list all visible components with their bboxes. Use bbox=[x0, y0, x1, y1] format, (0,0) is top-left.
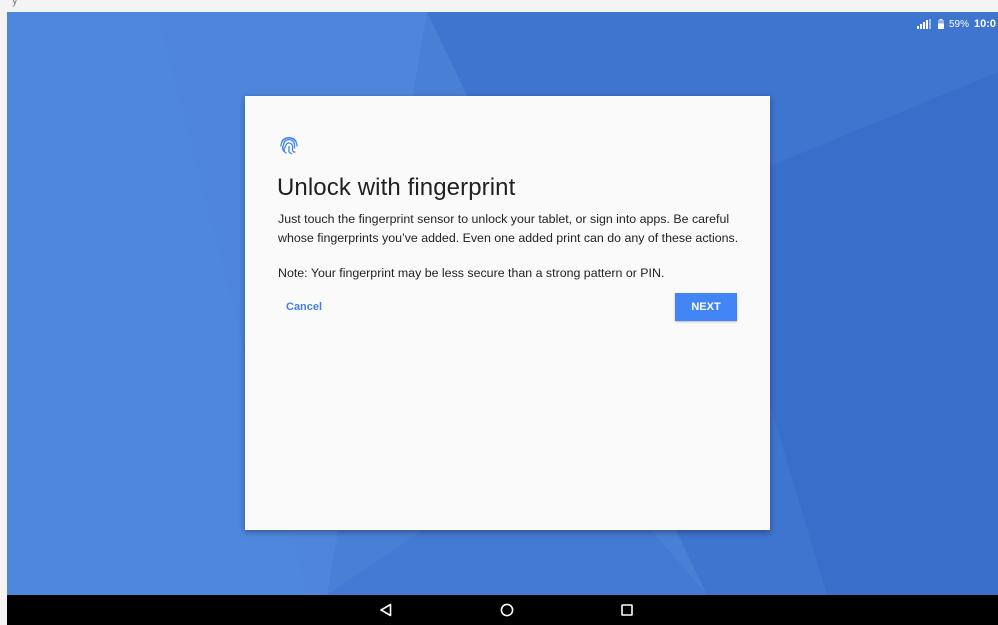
status-bar: 59% 10:0 bbox=[916, 12, 998, 36]
back-button[interactable] bbox=[366, 595, 406, 625]
battery-icon bbox=[937, 19, 944, 29]
battery-percent: 59% bbox=[948, 18, 969, 30]
fingerprint-icon bbox=[278, 134, 300, 156]
dialog-title: Unlock with fingerprint bbox=[277, 174, 516, 201]
recents-square-icon bbox=[620, 603, 634, 617]
navigation-bar bbox=[7, 595, 998, 625]
clock-time: 10:0 bbox=[973, 18, 996, 30]
top-edge-text-fragment: y bbox=[12, 0, 18, 7]
dialog-description: Just touch the fingerprint sensor to unl… bbox=[278, 212, 739, 245]
cellular-signal-icon bbox=[916, 19, 933, 29]
next-button[interactable]: NEXT bbox=[675, 293, 737, 321]
top-edge-strip: y bbox=[0, 0, 998, 12]
dialog-note: Note: Your fingerprint may be less secur… bbox=[278, 266, 665, 280]
cancel-button[interactable]: Cancel bbox=[276, 296, 332, 318]
home-circle-icon bbox=[500, 603, 514, 617]
fingerprint-setup-dialog: Unlock with fingerprint Just touch the f… bbox=[245, 96, 770, 530]
recents-button[interactable] bbox=[607, 595, 647, 625]
back-triangle-icon bbox=[379, 603, 393, 617]
home-button[interactable] bbox=[487, 595, 527, 625]
tablet-screen: 59% 10:0 Unlock with fingerprint Just to… bbox=[7, 12, 998, 595]
